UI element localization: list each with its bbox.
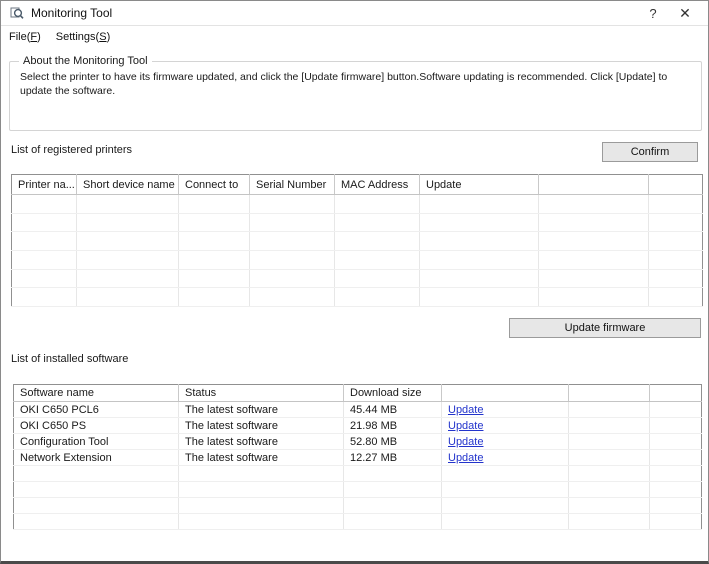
printers-empty-row [12, 232, 703, 251]
update-link[interactable]: Update [448, 436, 483, 448]
col-download-size[interactable]: Download size [344, 385, 442, 402]
software-name: Configuration Tool [14, 434, 179, 450]
menu-settings[interactable]: Settings(S) [49, 28, 118, 46]
col-connect-to[interactable]: Connect to [179, 175, 250, 195]
title-bar: Monitoring Tool ? ✕ [1, 1, 708, 26]
software-status: The latest software [179, 434, 344, 450]
col-empty-3[interactable] [650, 385, 702, 402]
confirm-button[interactable]: Confirm [602, 142, 698, 162]
software-row: Configuration Tool The latest software 5… [14, 434, 702, 450]
software-size: 12.27 MB [344, 450, 442, 466]
about-legend: About the Monitoring Tool [19, 55, 152, 67]
software-size: 21.98 MB [344, 418, 442, 434]
software-size: 52.80 MB [344, 434, 442, 450]
update-link[interactable]: Update [448, 404, 483, 416]
window-title: Monitoring Tool [31, 6, 112, 20]
app-magnifier-icon[interactable] [10, 6, 24, 20]
col-empty-1[interactable] [442, 385, 569, 402]
software-empty-row [14, 498, 702, 514]
update-firmware-button[interactable]: Update firmware [509, 318, 701, 338]
printers-empty-row [12, 269, 703, 288]
software-size: 45.44 MB [344, 402, 442, 418]
installed-software-table: Software name Status Download size OKI C… [13, 384, 702, 530]
col-printer-name[interactable]: Printer na... [12, 175, 77, 195]
col-short-device-name[interactable]: Short device name [77, 175, 179, 195]
col-serial-number[interactable]: Serial Number [250, 175, 335, 195]
col-status[interactable]: Status [179, 385, 344, 402]
col-update[interactable]: Update [420, 175, 539, 195]
software-empty-row [14, 514, 702, 530]
software-empty-row [14, 466, 702, 482]
col-empty-2[interactable] [569, 385, 650, 402]
printers-empty-row [12, 213, 703, 232]
software-name: Network Extension [14, 450, 179, 466]
registered-printers-label: List of registered printers [11, 144, 132, 156]
software-status: The latest software [179, 418, 344, 434]
software-status: The latest software [179, 402, 344, 418]
printers-header-row: Printer na... Short device name Connect … [12, 175, 703, 195]
software-row: OKI C650 PS The latest software 21.98 MB… [14, 418, 702, 434]
help-button[interactable]: ? [638, 2, 668, 24]
printers-empty-row [12, 195, 703, 214]
col-mac-address[interactable]: MAC Address [335, 175, 420, 195]
software-name: OKI C650 PCL6 [14, 402, 179, 418]
software-row: Network Extension The latest software 12… [14, 450, 702, 466]
about-groupbox: About the Monitoring Tool Select the pri… [9, 61, 702, 131]
software-name: OKI C650 PS [14, 418, 179, 434]
close-button[interactable]: ✕ [670, 2, 700, 24]
printers-empty-row [12, 251, 703, 270]
software-header-row: Software name Status Download size [14, 385, 702, 402]
menu-file[interactable]: File(F) [2, 28, 49, 46]
menu-bar: File(F) Settings(S) [2, 27, 707, 47]
col-empty-1[interactable] [539, 175, 649, 195]
update-link[interactable]: Update [448, 420, 483, 432]
software-status: The latest software [179, 450, 344, 466]
monitoring-tool-window: Monitoring Tool ? ✕ File(F) Settings(S) … [0, 0, 709, 564]
about-description: Select the printer to have its firmware … [10, 62, 701, 98]
software-row: OKI C650 PCL6 The latest software 45.44 … [14, 402, 702, 418]
software-empty-row [14, 482, 702, 498]
registered-printers-table: Printer na... Short device name Connect … [11, 174, 703, 307]
printers-empty-row [12, 288, 703, 307]
installed-software-label: List of installed software [11, 353, 128, 365]
update-link[interactable]: Update [448, 452, 483, 464]
col-software-name[interactable]: Software name [14, 385, 179, 402]
col-empty-2[interactable] [649, 175, 703, 195]
